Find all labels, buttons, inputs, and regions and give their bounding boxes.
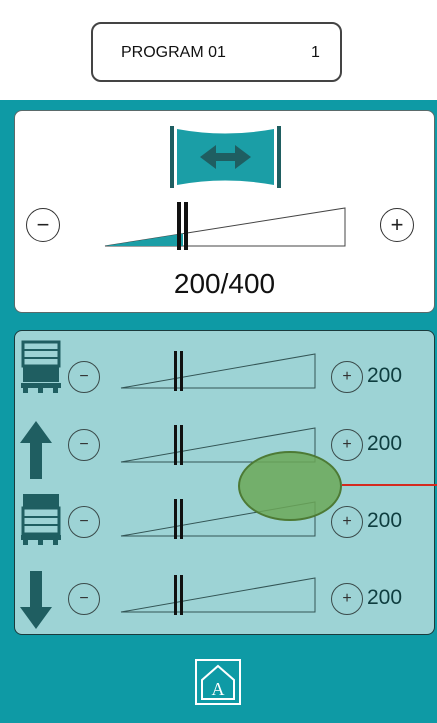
arrow-up-icon [20, 421, 52, 479]
touch-highlight-marker [238, 451, 342, 521]
row-3-value: 200 [367, 509, 403, 532]
svg-text:A: A [212, 679, 225, 699]
increase-button[interactable]: + [380, 208, 414, 242]
row-3-decrease-button[interactable]: − [68, 506, 100, 538]
program-selector[interactable]: PROGRAM 01 1 [91, 22, 342, 82]
program-name: PROGRAM 01 [121, 44, 226, 61]
decrease-button[interactable]: − [26, 208, 60, 242]
home-button[interactable]: A [195, 659, 241, 705]
row-4-slider[interactable] [120, 575, 321, 615]
row-1-slider[interactable] [120, 351, 321, 391]
width-stretch-icon [170, 126, 281, 188]
pallet-top-icon [21, 494, 61, 545]
row-2-slider-thumb[interactable] [174, 425, 183, 465]
main-control-panel: − + 200/400 [14, 110, 435, 313]
pallet-bottom-icon [21, 340, 61, 393]
row-4-slider-thumb[interactable] [174, 575, 183, 615]
main-value-display: 200/400 [173, 268, 276, 299]
app-frame: PROGRAM 01 1 − + 200/400 − + 200 − + 200… [0, 0, 437, 723]
sub-control-panel: − + 200 − + 200 − + 200 − + 200 [14, 330, 435, 635]
row-1-decrease-button[interactable]: − [68, 361, 100, 393]
main-slider[interactable] [104, 202, 348, 250]
row-1-slider-thumb[interactable] [174, 351, 183, 391]
row-1-value: 200 [367, 364, 403, 387]
row-1-increase-button[interactable]: + [331, 361, 363, 393]
annotation-line [342, 484, 437, 486]
arrow-down-icon [20, 571, 52, 629]
row-2-decrease-button[interactable]: − [68, 429, 100, 461]
row-4-decrease-button[interactable]: − [68, 583, 100, 615]
program-number: 1 [311, 44, 320, 61]
header: PROGRAM 01 1 [0, 0, 437, 100]
row-3-increase-button[interactable]: + [331, 506, 363, 538]
row-2-value: 200 [367, 432, 403, 455]
home-a-icon: A [195, 659, 241, 705]
row-4-increase-button[interactable]: + [331, 583, 363, 615]
row-2-increase-button[interactable]: + [331, 429, 363, 461]
row-3-slider-thumb[interactable] [174, 499, 183, 539]
row-4-value: 200 [367, 586, 403, 609]
